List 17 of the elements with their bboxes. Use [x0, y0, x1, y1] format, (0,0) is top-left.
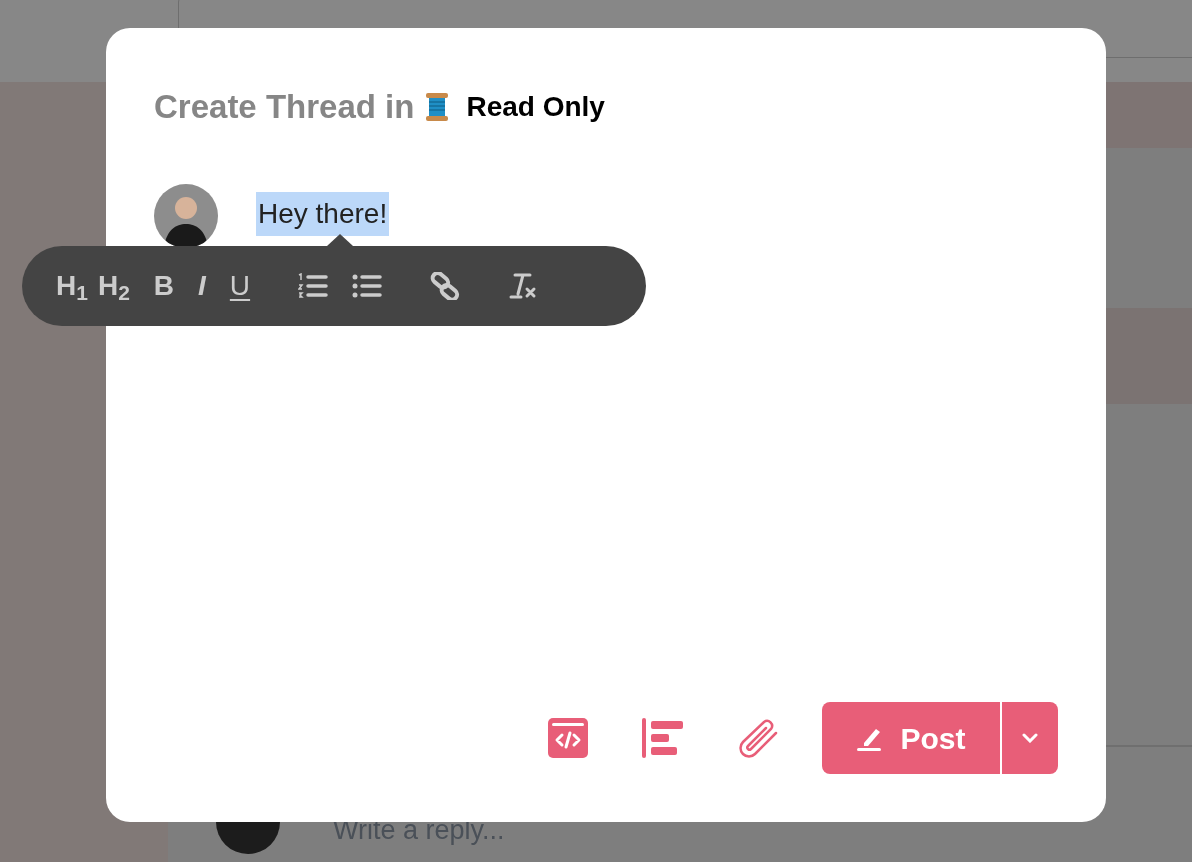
channel-name: Read Only: [466, 89, 605, 124]
spool-icon: [424, 91, 451, 122]
ordered-list-icon[interactable]: [298, 273, 329, 299]
paperclip-icon[interactable]: [738, 718, 778, 758]
dialog-title: Create Thread in: [154, 87, 415, 127]
chevron-down-icon: [1022, 733, 1038, 743]
format-button[interactable]: B: [153, 272, 175, 300]
align-left-icon[interactable]: [642, 718, 684, 758]
code-block-icon[interactable]: [548, 718, 588, 758]
format-button[interactable]: I: [198, 272, 206, 300]
bullet-list-icon[interactable]: [352, 274, 383, 298]
post-button[interactable]: Post: [822, 702, 1000, 774]
format-button[interactable]: H$_{1}$: [56, 272, 88, 300]
format-button[interactable]: H$_{2}$: [97, 272, 130, 300]
editor-text[interactable]: Hey there!: [256, 191, 390, 236]
link-icon[interactable]: [430, 272, 461, 300]
format-button[interactable]: U: [229, 272, 251, 300]
